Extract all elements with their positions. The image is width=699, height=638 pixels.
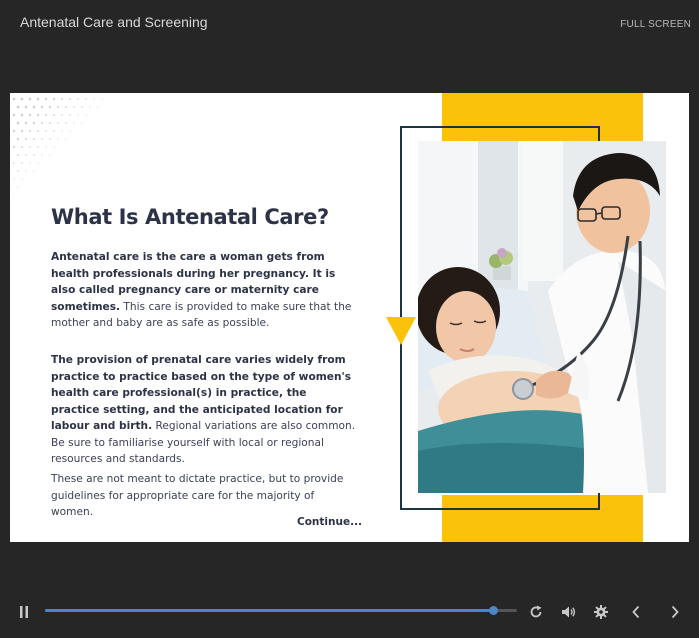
slide-heading: What Is Antenatal Care? [51,205,329,229]
previous-button[interactable] [626,602,646,622]
settings-button[interactable] [591,602,611,622]
player-window: Antenatal Care and Screening FULL SCREEN [0,0,699,638]
decorative-dot-pattern [12,97,111,196]
replay-button[interactable] [526,602,546,622]
paragraph-1: Antenatal care is the care a woman gets … [51,249,356,332]
volume-button[interactable] [559,602,579,622]
chevron-right-icon [671,605,679,619]
fullscreen-button[interactable]: FULL SCREEN [620,19,691,30]
continue-link[interactable]: Continue... [297,516,362,528]
doctor-patient-photo [418,141,666,493]
volume-icon [562,606,576,618]
progress-bar[interactable] [45,606,517,615]
paragraph-3: These are not meant to dictate practice,… [51,471,356,521]
slide-content: What Is Antenatal Care? Antenatal care i… [10,93,689,542]
paragraph-3-text: These are not meant to dictate practice,… [51,473,344,518]
pause-button[interactable] [14,602,34,622]
replay-icon [530,605,542,618]
paragraph-2: The provision of prenatal care varies wi… [51,352,356,468]
arrow-down-marker [386,317,416,345]
pause-icon [20,606,28,618]
gear-icon [594,605,608,619]
player-controls [0,595,699,627]
progress-fill [45,609,494,612]
course-title: Antenatal Care and Screening [20,14,208,30]
chevron-left-icon [632,605,640,619]
next-button[interactable] [665,602,685,622]
progress-handle[interactable] [489,606,499,615]
